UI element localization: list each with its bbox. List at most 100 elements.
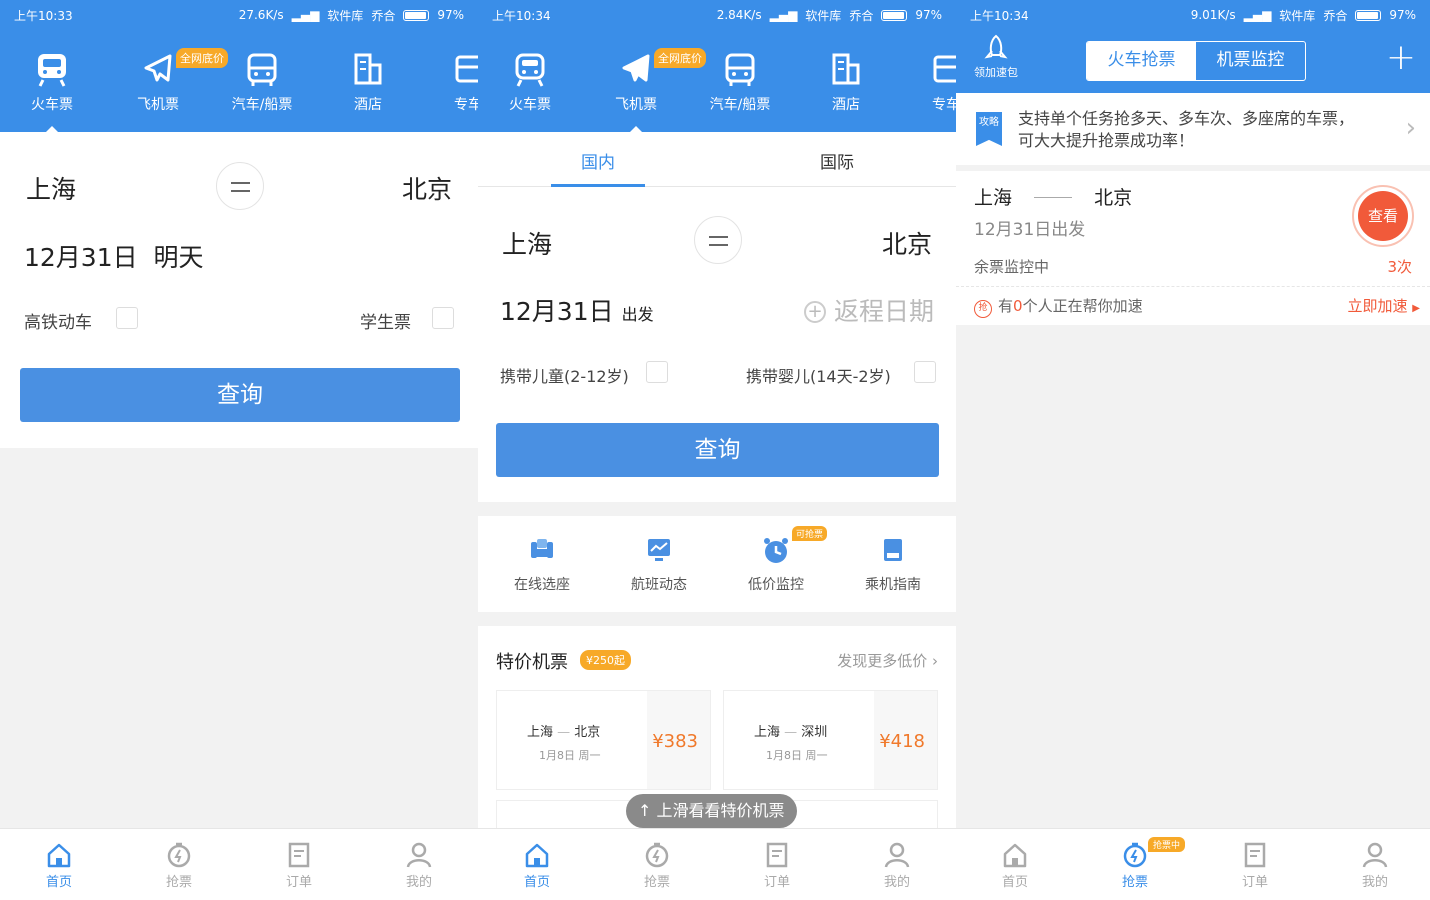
- nav-bus[interactable]: 汽车/船票: [700, 52, 780, 114]
- student-checkbox[interactable]: [432, 307, 454, 329]
- train-icon: [515, 53, 545, 87]
- tab-home[interactable]: 首页: [975, 841, 1055, 890]
- swap-icon[interactable]: [694, 216, 742, 264]
- from-city[interactable]: 上海: [26, 170, 76, 206]
- top-nav: 火车票 飞机票 全网底价 汽车/船票 酒店 专车: [0, 30, 478, 134]
- nav-train[interactable]: 火车票: [12, 52, 92, 134]
- tab-mine[interactable]: 我的: [857, 841, 937, 890]
- scroll-hint-toast[interactable]: ↑ 上滑看看特价机票: [626, 794, 797, 828]
- caret-right-icon: ▶: [1412, 303, 1420, 314]
- search-button[interactable]: 查询: [20, 368, 460, 422]
- chevron-right-icon: ›: [932, 652, 938, 670]
- top-nav: 火车票 飞机票 全网底价 汽车/船票 酒店 专车: [478, 30, 956, 134]
- tab-domestic[interactable]: 国内: [551, 148, 645, 173]
- grab-badge: 可抢票: [792, 526, 828, 541]
- signal-icon: ▂▄▆: [1243, 8, 1272, 22]
- nav-train-label: 火车票: [31, 97, 73, 113]
- task-from: 上海: [974, 187, 1013, 209]
- deal-card[interactable]: 上海 — 深圳 1月8日 周一 ¥418: [723, 690, 938, 790]
- tab-home[interactable]: 首页: [497, 841, 577, 890]
- grab-task-card[interactable]: 上海 北京 12月31日出发 查看 余票监控中 3次 抢有0个人正在帮你加速 立…: [956, 171, 1430, 325]
- lowest-price-badge: 全网底价: [654, 48, 706, 68]
- deal-to: 北京: [574, 725, 601, 740]
- deal-price: ¥418: [879, 731, 925, 752]
- deal-card[interactable]: 上海 — 北京 1月8日 周一 ¥383: [496, 690, 711, 790]
- status-time: 上午10:33: [14, 8, 73, 23]
- task-date: 12月31日出发: [974, 220, 1086, 240]
- nav-hotel-label: 酒店: [354, 97, 382, 113]
- tab-orders-label: 订单: [285, 875, 312, 890]
- status-time: 上午10:34: [492, 8, 551, 23]
- screen-flight-ticket: 上午10:34 2.84K/s ▂▄▆ 软件库 乔合 97% 火车票 飞机票 全…: [478, 0, 956, 900]
- helpers-text: 抢有0个人正在帮你加速: [974, 295, 1143, 318]
- nav-train[interactable]: 火车票: [490, 52, 570, 114]
- segment-tabs: 国内 国际: [478, 132, 956, 187]
- nav-hotel[interactable]: 酒店: [806, 52, 886, 114]
- service-seat[interactable]: 在线选座: [482, 536, 602, 594]
- nav-hotel[interactable]: 酒店: [328, 52, 408, 114]
- to-city[interactable]: 北京: [402, 170, 452, 206]
- status-bar: 上午10:34 9.01K/s ▂▄▆ 软件库 乔合 97%: [956, 0, 1430, 30]
- tab-grab-label: 抢票: [165, 875, 192, 890]
- stopwatch-icon: [645, 842, 669, 868]
- service-guide[interactable]: 乘机指南: [833, 536, 953, 594]
- tab-international[interactable]: 国际: [790, 148, 884, 173]
- to-city[interactable]: 北京: [882, 225, 932, 261]
- plus-circle-icon: +: [804, 301, 827, 323]
- bus-icon: [725, 53, 755, 86]
- more-deals-link[interactable]: 发现更多低价 ›: [837, 650, 938, 671]
- view-button[interactable]: 查看: [1352, 185, 1414, 247]
- nav-car[interactable]: 专车: [428, 52, 478, 114]
- from-city[interactable]: 上海: [502, 225, 552, 261]
- home-icon: [47, 843, 71, 868]
- service-flight-status[interactable]: 航班动态: [599, 536, 719, 594]
- tip-banner[interactable]: 攻略 支持单个任务抢多天、多车次、多座席的车票， 可大大提升抢票成功率！ ›: [956, 93, 1430, 165]
- accelerate-link[interactable]: 立即加速 ▶: [1348, 295, 1421, 316]
- tab-orders[interactable]: 订单: [1215, 841, 1295, 890]
- tab-mine-label: 我的: [405, 875, 432, 890]
- add-task-button[interactable]: +: [1386, 34, 1416, 82]
- search-button[interactable]: 查询: [496, 423, 939, 477]
- tab-mine[interactable]: 我的: [379, 841, 459, 890]
- nav-bus[interactable]: 汽车/船票: [222, 52, 302, 114]
- service-price-monitor[interactable]: 低价监控: [716, 536, 836, 594]
- tab-grab[interactable]: 抢票: [617, 841, 697, 890]
- tab-flight-monitor[interactable]: 机票监控: [1196, 42, 1305, 80]
- strategy-badge: 攻略: [976, 112, 1002, 146]
- depart-date-picker[interactable]: 12月31日 出发: [500, 292, 654, 328]
- tab-orders[interactable]: 订单: [737, 841, 817, 890]
- accelerate-label: 立即加速: [1347, 297, 1408, 315]
- tab-mine-label: 我的: [1361, 875, 1388, 890]
- bus-icon: [247, 53, 277, 86]
- date-value: 12月31日: [500, 297, 614, 326]
- nav-car-label: 专车: [454, 97, 478, 113]
- speed-pack-button[interactable]: 领加速包: [968, 34, 1024, 80]
- signal-icon: ▂▄▆: [769, 8, 798, 22]
- swap-icon[interactable]: [216, 162, 264, 210]
- child-checkbox[interactable]: [646, 361, 668, 383]
- deal-route: 上海 — 北京: [527, 721, 600, 740]
- hotel-icon: [832, 53, 860, 85]
- route-arrow-icon: —: [557, 725, 575, 740]
- tab-home[interactable]: 首页: [19, 841, 99, 890]
- tab-train-grab[interactable]: 火车抢票: [1087, 42, 1196, 80]
- tab-grab[interactable]: 抢票: [139, 841, 219, 890]
- signal-icon: ▂▄▆: [291, 8, 320, 22]
- tip-line-1: 支持单个任务抢多天、多车次、多座席的车票，: [1018, 109, 1355, 128]
- flight-status-icon: [648, 539, 670, 561]
- nav-bus-label: 汽车/船票: [231, 97, 293, 113]
- bottom-tab-bar: 首页 抢票 订单 我的: [478, 828, 956, 900]
- monitor-count: 3次: [1387, 258, 1412, 276]
- network-speed: 9.01K/s: [1190, 8, 1236, 22]
- deal-price: ¥383: [652, 731, 698, 752]
- screen-train-ticket: 上午10:33 27.6K/s ▂▄▆ 软件库 乔合 97% 火车票 飞机票 全…: [0, 0, 478, 900]
- tab-orders[interactable]: 订单: [259, 841, 339, 890]
- highspeed-checkbox[interactable]: [116, 307, 138, 329]
- service-flight-status-label: 航班动态: [631, 577, 687, 593]
- tab-mine[interactable]: 我的: [1335, 841, 1415, 890]
- status-bar: 上午10:34 2.84K/s ▂▄▆ 软件库 乔合 97%: [478, 0, 956, 30]
- return-date-picker[interactable]: + 返程日期: [804, 292, 934, 328]
- infant-checkbox[interactable]: [914, 361, 936, 383]
- nav-car[interactable]: 专车: [906, 52, 956, 114]
- date-picker[interactable]: 12月31日 明天: [24, 238, 204, 274]
